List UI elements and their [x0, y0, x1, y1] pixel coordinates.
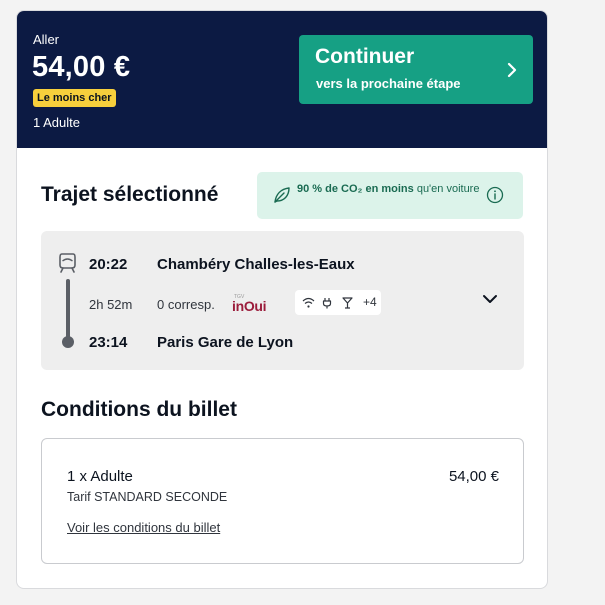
departure-time: 20:22	[89, 256, 128, 273]
chevron-down-icon[interactable]	[482, 293, 498, 305]
co2-rest: qu'en voiture	[413, 183, 480, 195]
more-services: +4	[363, 295, 377, 309]
journey-card[interactable]: 20:22 Chambéry Challes-les-Eaux 2h 52m 0…	[41, 231, 524, 370]
selected-trip-title: Trajet sélectionné	[41, 183, 219, 206]
ticket-amount: 54,00 €	[448, 468, 499, 485]
chevron-right-icon	[507, 62, 517, 78]
cheapest-badge: Le moins cher	[33, 89, 116, 107]
connections: 0 corresp.	[157, 297, 215, 312]
departure-station: Chambéry Challes-les-Eaux	[157, 256, 355, 273]
info-icon[interactable]	[486, 186, 504, 204]
co2-info-box: 90 % de CO₂ en moins qu'en voiture	[257, 172, 523, 219]
train-icon	[59, 253, 76, 273]
trip-duration: 2h 52m	[89, 297, 133, 312]
ticket-conditions-title: Conditions du billet	[41, 398, 237, 421]
arrival-station: Paris Gare de Lyon	[157, 334, 294, 351]
bar-icon	[342, 297, 353, 309]
inoui-logo: TGV inOui	[232, 294, 272, 314]
arrival-dot	[62, 336, 74, 348]
direction-label: Aller	[33, 32, 60, 47]
continue-button-sublabel: vers la prochaine étape	[316, 76, 461, 91]
co2-highlight: 90 % de CO₂ en moins	[297, 183, 414, 195]
co2-text: 90 % de CO₂ en moins qu'en voiture	[297, 181, 483, 197]
passenger-count: 1 Adulte	[33, 115, 80, 130]
continue-button-label: Continuer	[315, 45, 415, 68]
booking-summary-panel: Aller 54,00 € Le moins cher 1 Adulte Con…	[16, 10, 548, 589]
ticket-conditions-card: 1 x Adulte 54,00 € Tarif STANDARD SECOND…	[41, 438, 524, 564]
view-conditions-link[interactable]: Voir les conditions du billet	[67, 520, 220, 535]
price-header: Aller 54,00 € Le moins cher 1 Adulte Con…	[17, 11, 547, 148]
fare-type: Tarif STANDARD SECONDE	[67, 490, 228, 504]
arrival-time: 23:14	[89, 334, 128, 351]
wifi-icon	[302, 297, 315, 308]
total-price: 54,00 €	[32, 51, 131, 83]
passenger-line: 1 x Adulte	[67, 468, 133, 485]
continue-button[interactable]: Continuer vers la prochaine étape	[299, 35, 533, 104]
onboard-services: +4	[295, 290, 381, 315]
journey-line	[66, 279, 70, 341]
inoui-wordmark: inOui	[232, 298, 267, 314]
leaf-icon	[274, 187, 290, 203]
power-plug-icon	[322, 298, 332, 309]
